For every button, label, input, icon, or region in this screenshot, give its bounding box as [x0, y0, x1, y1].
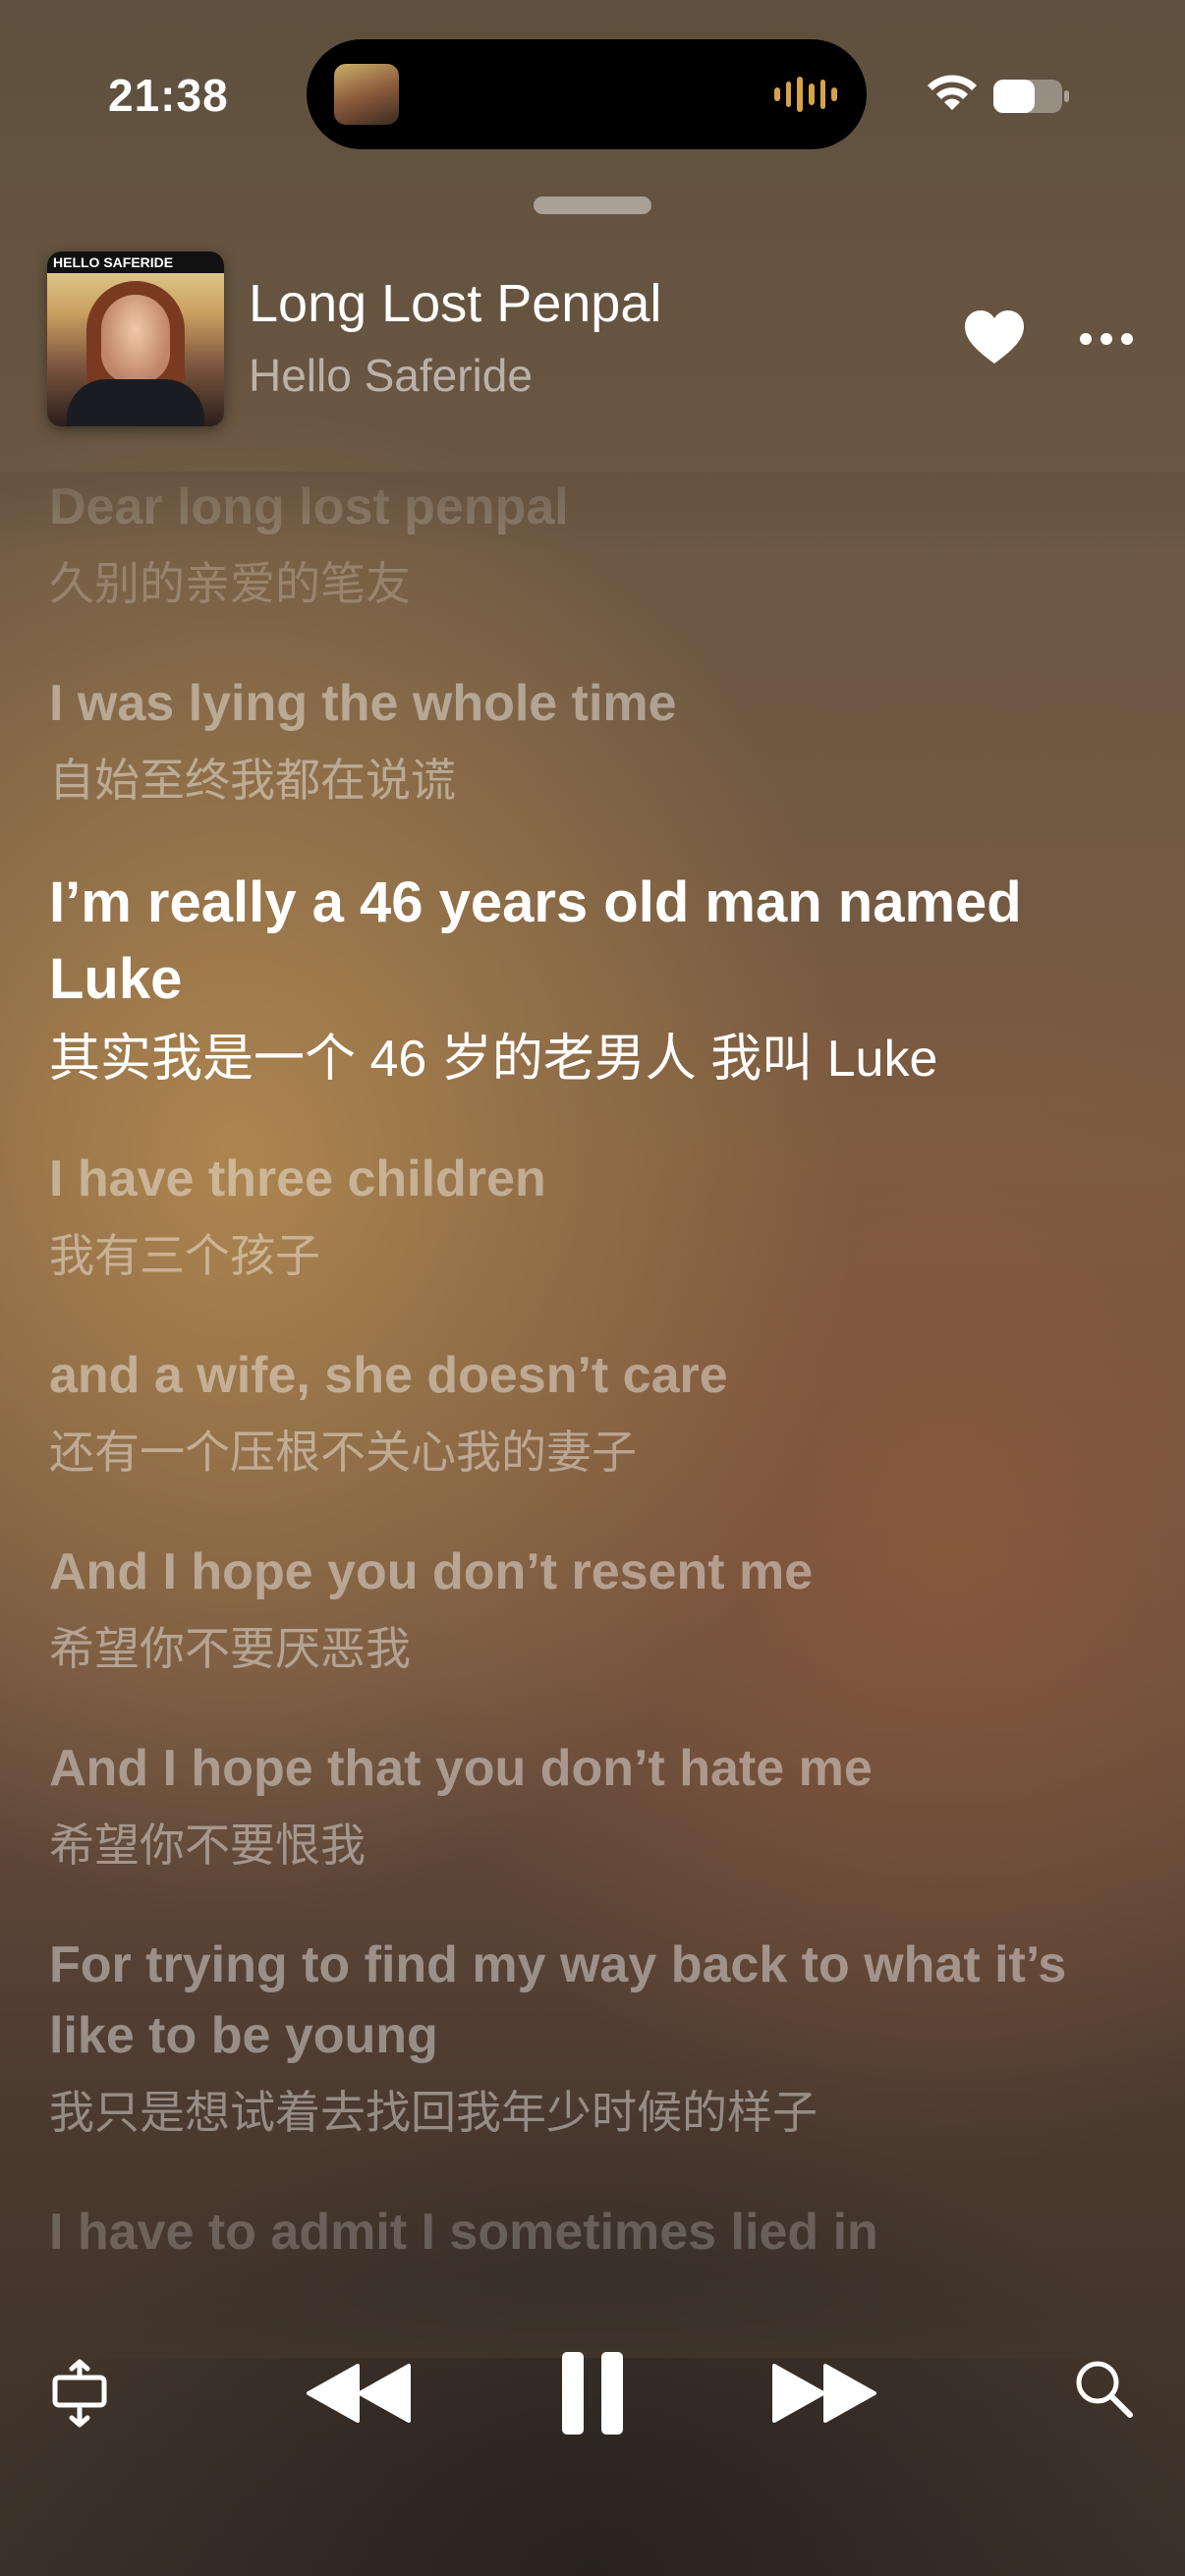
lyric-line[interactable]: Dear long lost penpal 久别的亲爱的笔友: [49, 472, 1150, 613]
lyric-translation: 我有三个孩子: [49, 1230, 320, 1281]
lyric-original: I have three children: [49, 1150, 546, 1207]
pause-icon[interactable]: [560, 2350, 625, 2436]
lyric-original: And I hope that you don’t hate me: [49, 1740, 873, 1797]
more-options-icon[interactable]: [1079, 332, 1134, 346]
battery-icon: [993, 80, 1069, 113]
lyric-line[interactable]: I was lying the whole time 自始至终我都在说谎: [49, 668, 1150, 810]
fast-forward-icon[interactable]: [770, 2362, 878, 2425]
lyric-line[interactable]: For trying to find my way back to what i…: [49, 1930, 1150, 2142]
status-time: 21:38: [108, 70, 229, 121]
lyric-translation: 还有一个压根不关心我的妻子: [49, 1427, 637, 1478]
sheet-grabber[interactable]: [534, 196, 651, 214]
dynamic-island[interactable]: [307, 39, 867, 149]
lyric-line-active[interactable]: I’m really a 46 years old man named Luke…: [49, 865, 1150, 1089]
lyric-line[interactable]: I have to admit I sometimes lied in: [49, 2197, 1150, 2268]
heart-icon[interactable]: [963, 308, 1026, 365]
lyrics-list[interactable]: Dear long lost penpal 久别的亲爱的笔友 I was lying…: [49, 472, 1150, 2348]
lyric-original: And I hope you don’t resent me: [49, 1543, 814, 1600]
album-art-text: HELLO SAFERIDE: [53, 254, 174, 270]
rewind-icon[interactable]: [305, 2362, 413, 2425]
lyric-translation: 其实我是一个 46 岁的老男人 我叫 Luke: [49, 1031, 938, 1088]
lyric-translation: 希望你不要厌恶我: [49, 1623, 411, 1674]
lyric-original: I’m really a 46 years old man named Luke: [49, 870, 1022, 1011]
lyric-original: For trying to find my way back to what i…: [49, 1936, 1067, 2064]
lyric-translation: 自始至终我都在说谎: [49, 755, 456, 806]
lyric-translation: 我只是想试着去找回我年少时候的样子: [49, 2087, 818, 2138]
lyric-translation: 久别的亲爱的笔友: [49, 558, 411, 609]
lyric-original: Dear long lost penpal: [49, 478, 569, 535]
wifi-icon: [928, 75, 977, 110]
lyric-line[interactable]: And I hope you don’t resent me 希望你不要厌恶我: [49, 1537, 1150, 1678]
album-art[interactable]: HELLO SAFERIDE: [47, 252, 224, 426]
lyrics-toggle-icon[interactable]: [49, 2358, 110, 2429]
audio-waveform-icon: [774, 77, 838, 112]
song-artist[interactable]: Hello Saferide: [249, 349, 533, 402]
lyric-original: I was lying the whole time: [49, 675, 677, 732]
lyric-line[interactable]: and a wife, she doesn’t care 还有一个压根不关心我的妻…: [49, 1340, 1150, 1482]
lyric-original: I have to admit I sometimes lied in: [49, 2204, 878, 2261]
song-title: Long Lost Penpal: [249, 274, 662, 333]
lyric-translation: 希望你不要恨我: [49, 1820, 366, 1871]
lyric-original: and a wife, she doesn’t care: [49, 1347, 728, 1404]
search-icon[interactable]: [1073, 2358, 1134, 2419]
island-album-art: [334, 64, 399, 125]
lyric-line[interactable]: And I hope that you don’t hate me 希望你不要恨我: [49, 1733, 1150, 1875]
lyric-line[interactable]: I have three children 我有三个孩子: [49, 1144, 1150, 1285]
